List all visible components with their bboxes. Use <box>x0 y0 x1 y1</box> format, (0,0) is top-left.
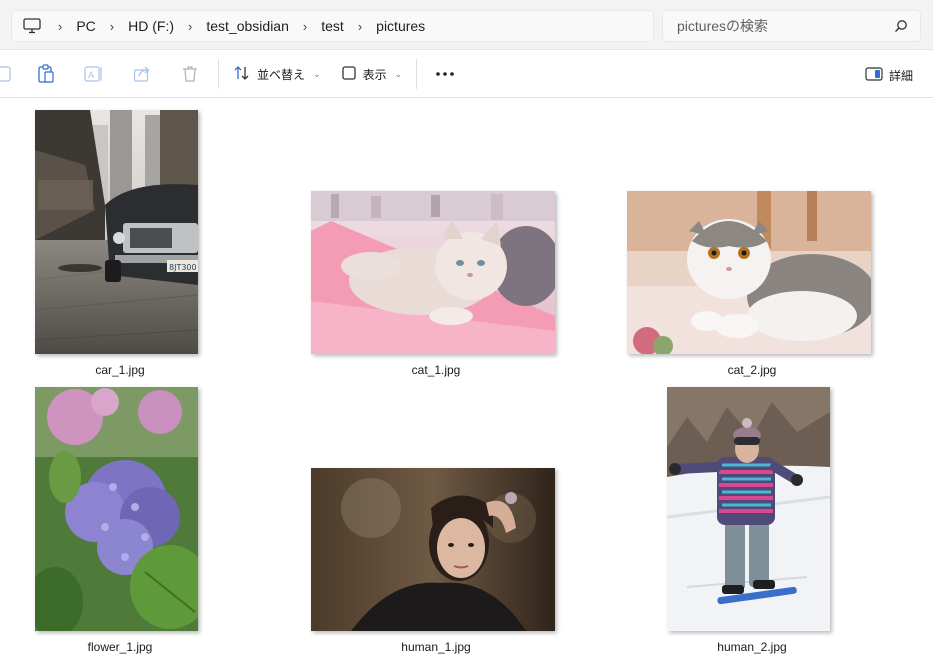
breadcrumb[interactable]: › PC › HD (F:) › test_obsidian › test › … <box>11 10 654 42</box>
flower-photo <box>35 387 198 631</box>
chevron-right-icon[interactable]: › <box>104 20 120 33</box>
computer-icon[interactable] <box>12 11 52 41</box>
file-name[interactable]: human_2.jpg <box>652 640 852 654</box>
view-icon <box>341 65 357 84</box>
chevron-right-icon[interactable]: › <box>297 20 313 33</box>
file-thumbnail-cat-2[interactable] <box>627 191 871 354</box>
search-input[interactable] <box>663 18 883 34</box>
breadcrumb-item-test[interactable]: test <box>313 18 352 34</box>
svg-text:A: A <box>88 71 95 81</box>
chevron-right-icon[interactable]: › <box>52 20 68 33</box>
sort-button[interactable]: 並べ替え ⌄ <box>223 58 331 90</box>
breadcrumb-item-test-obsidian[interactable]: test_obsidian <box>198 18 297 34</box>
copy-icon[interactable] <box>0 58 22 90</box>
breadcrumb-item-drive[interactable]: HD (F:) <box>120 18 182 34</box>
svg-text:8JT300: 8JT300 <box>169 263 197 272</box>
portrait-photo <box>311 468 555 631</box>
file-thumbnail-car[interactable]: 8JT300 <box>35 110 198 354</box>
cat-photo <box>627 191 871 354</box>
toolbar-separator <box>416 59 418 89</box>
address-bar-row: › PC › HD (F:) › test_obsidian › test › … <box>0 0 933 50</box>
file-name[interactable]: human_1.jpg <box>336 640 536 654</box>
search-icon[interactable] <box>894 19 910 35</box>
chevron-down-icon: ⌄ <box>394 68 403 79</box>
car-photo: 8JT300 <box>35 110 198 354</box>
view-button[interactable]: 表示 ⌄ <box>331 58 413 90</box>
file-thumbnail-flower[interactable] <box>35 387 198 631</box>
cat-photo <box>311 191 555 354</box>
search-box[interactable] <box>662 10 921 42</box>
breadcrumb-item-pc[interactable]: PC <box>68 18 103 34</box>
details-button[interactable]: 詳細 <box>865 59 913 91</box>
file-thumbnail-cat-1[interactable] <box>311 191 555 354</box>
share-icon[interactable] <box>118 58 166 90</box>
file-thumbnail-human-1[interactable] <box>311 468 555 631</box>
sort-icon <box>233 65 251 84</box>
sort-label: 並べ替え <box>257 67 306 82</box>
details-label: 詳細 <box>888 68 913 83</box>
snowboarder-photo <box>667 387 830 631</box>
details-pane-icon <box>865 66 883 84</box>
chevron-right-icon[interactable]: › <box>182 20 198 33</box>
file-name[interactable]: cat_1.jpg <box>336 363 536 377</box>
file-name[interactable]: cat_2.jpg <box>652 363 852 377</box>
rename-icon[interactable]: A <box>70 58 118 90</box>
file-thumbnail-human-2[interactable] <box>667 387 830 631</box>
delete-icon[interactable] <box>166 58 214 90</box>
breadcrumb-item-pictures[interactable]: pictures <box>368 18 433 34</box>
chevron-right-icon[interactable]: › <box>352 20 368 33</box>
view-label: 表示 <box>362 67 387 82</box>
toolbar-separator <box>218 59 219 89</box>
paste-icon[interactable] <box>22 58 70 90</box>
chevron-down-icon: ⌄ <box>313 68 321 79</box>
file-name[interactable]: flower_1.jpg <box>20 640 220 654</box>
file-name[interactable]: car_1.jpg <box>20 363 220 377</box>
more-icon[interactable] <box>421 58 469 90</box>
command-bar: A 並べ替え ⌄ 表示 ⌄ 詳細 <box>0 51 933 98</box>
